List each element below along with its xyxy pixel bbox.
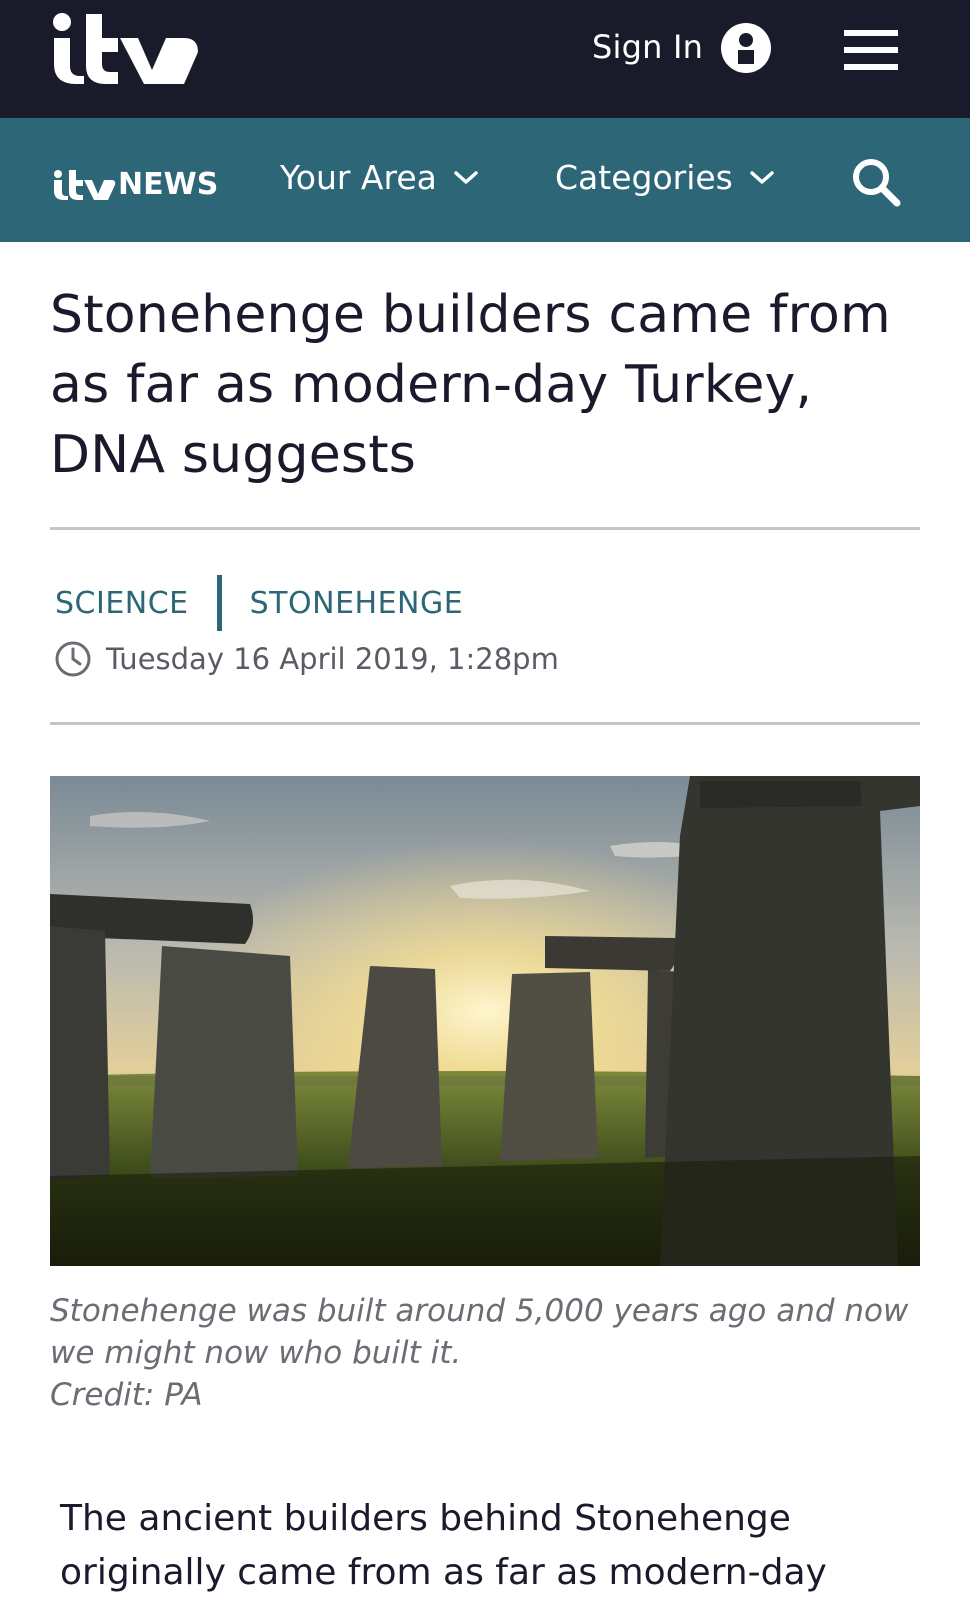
stonehenge-photo: [50, 776, 920, 1266]
divider: [50, 527, 920, 530]
itv-logo[interactable]: [48, 8, 200, 90]
categories-dropdown[interactable]: Categories: [555, 158, 775, 197]
clock-icon: [55, 641, 91, 677]
news-nav-bar: NEWS Your Area Categories: [0, 118, 970, 242]
news-brand-text: NEWS: [118, 167, 219, 202]
divider: [50, 722, 920, 725]
caption-text: Stonehenge was built around 5,000 years …: [50, 1293, 909, 1371]
tag-divider: [216, 575, 222, 631]
article-timestamp: Tuesday 16 April 2019, 1:28pm: [54, 640, 559, 678]
article-tags: SCIENCE STONEHENGE: [55, 575, 463, 631]
article-hero-image: [50, 776, 920, 1266]
search-icon[interactable]: [850, 156, 902, 208]
user-icon[interactable]: [720, 22, 772, 74]
itv-news-logo[interactable]: NEWS: [52, 158, 218, 202]
sign-in-link[interactable]: Sign In: [592, 28, 703, 66]
chevron-down-icon: [454, 170, 478, 184]
tag-science[interactable]: SCIENCE: [55, 586, 189, 621]
caption-credit: Credit: PA: [50, 1377, 203, 1413]
categories-label: Categories: [555, 158, 733, 197]
itv-mini-logo: [54, 170, 116, 200]
top-bar: Sign In: [0, 0, 970, 118]
article-lead-paragraph: The ancient builders behind Stonehenge o…: [60, 1498, 827, 1593]
chevron-down-icon: [750, 170, 774, 184]
your-area-label: Your Area: [280, 158, 437, 197]
your-area-dropdown[interactable]: Your Area: [280, 158, 479, 197]
tag-stonehenge[interactable]: STONEHENGE: [250, 586, 464, 621]
hamburger-menu-icon[interactable]: [844, 28, 898, 72]
timestamp-text: Tuesday 16 April 2019, 1:28pm: [106, 642, 559, 676]
image-caption: Stonehenge was built around 5,000 years …: [50, 1290, 930, 1416]
article-headline: Stonehenge builders came from as far as …: [50, 285, 891, 485]
